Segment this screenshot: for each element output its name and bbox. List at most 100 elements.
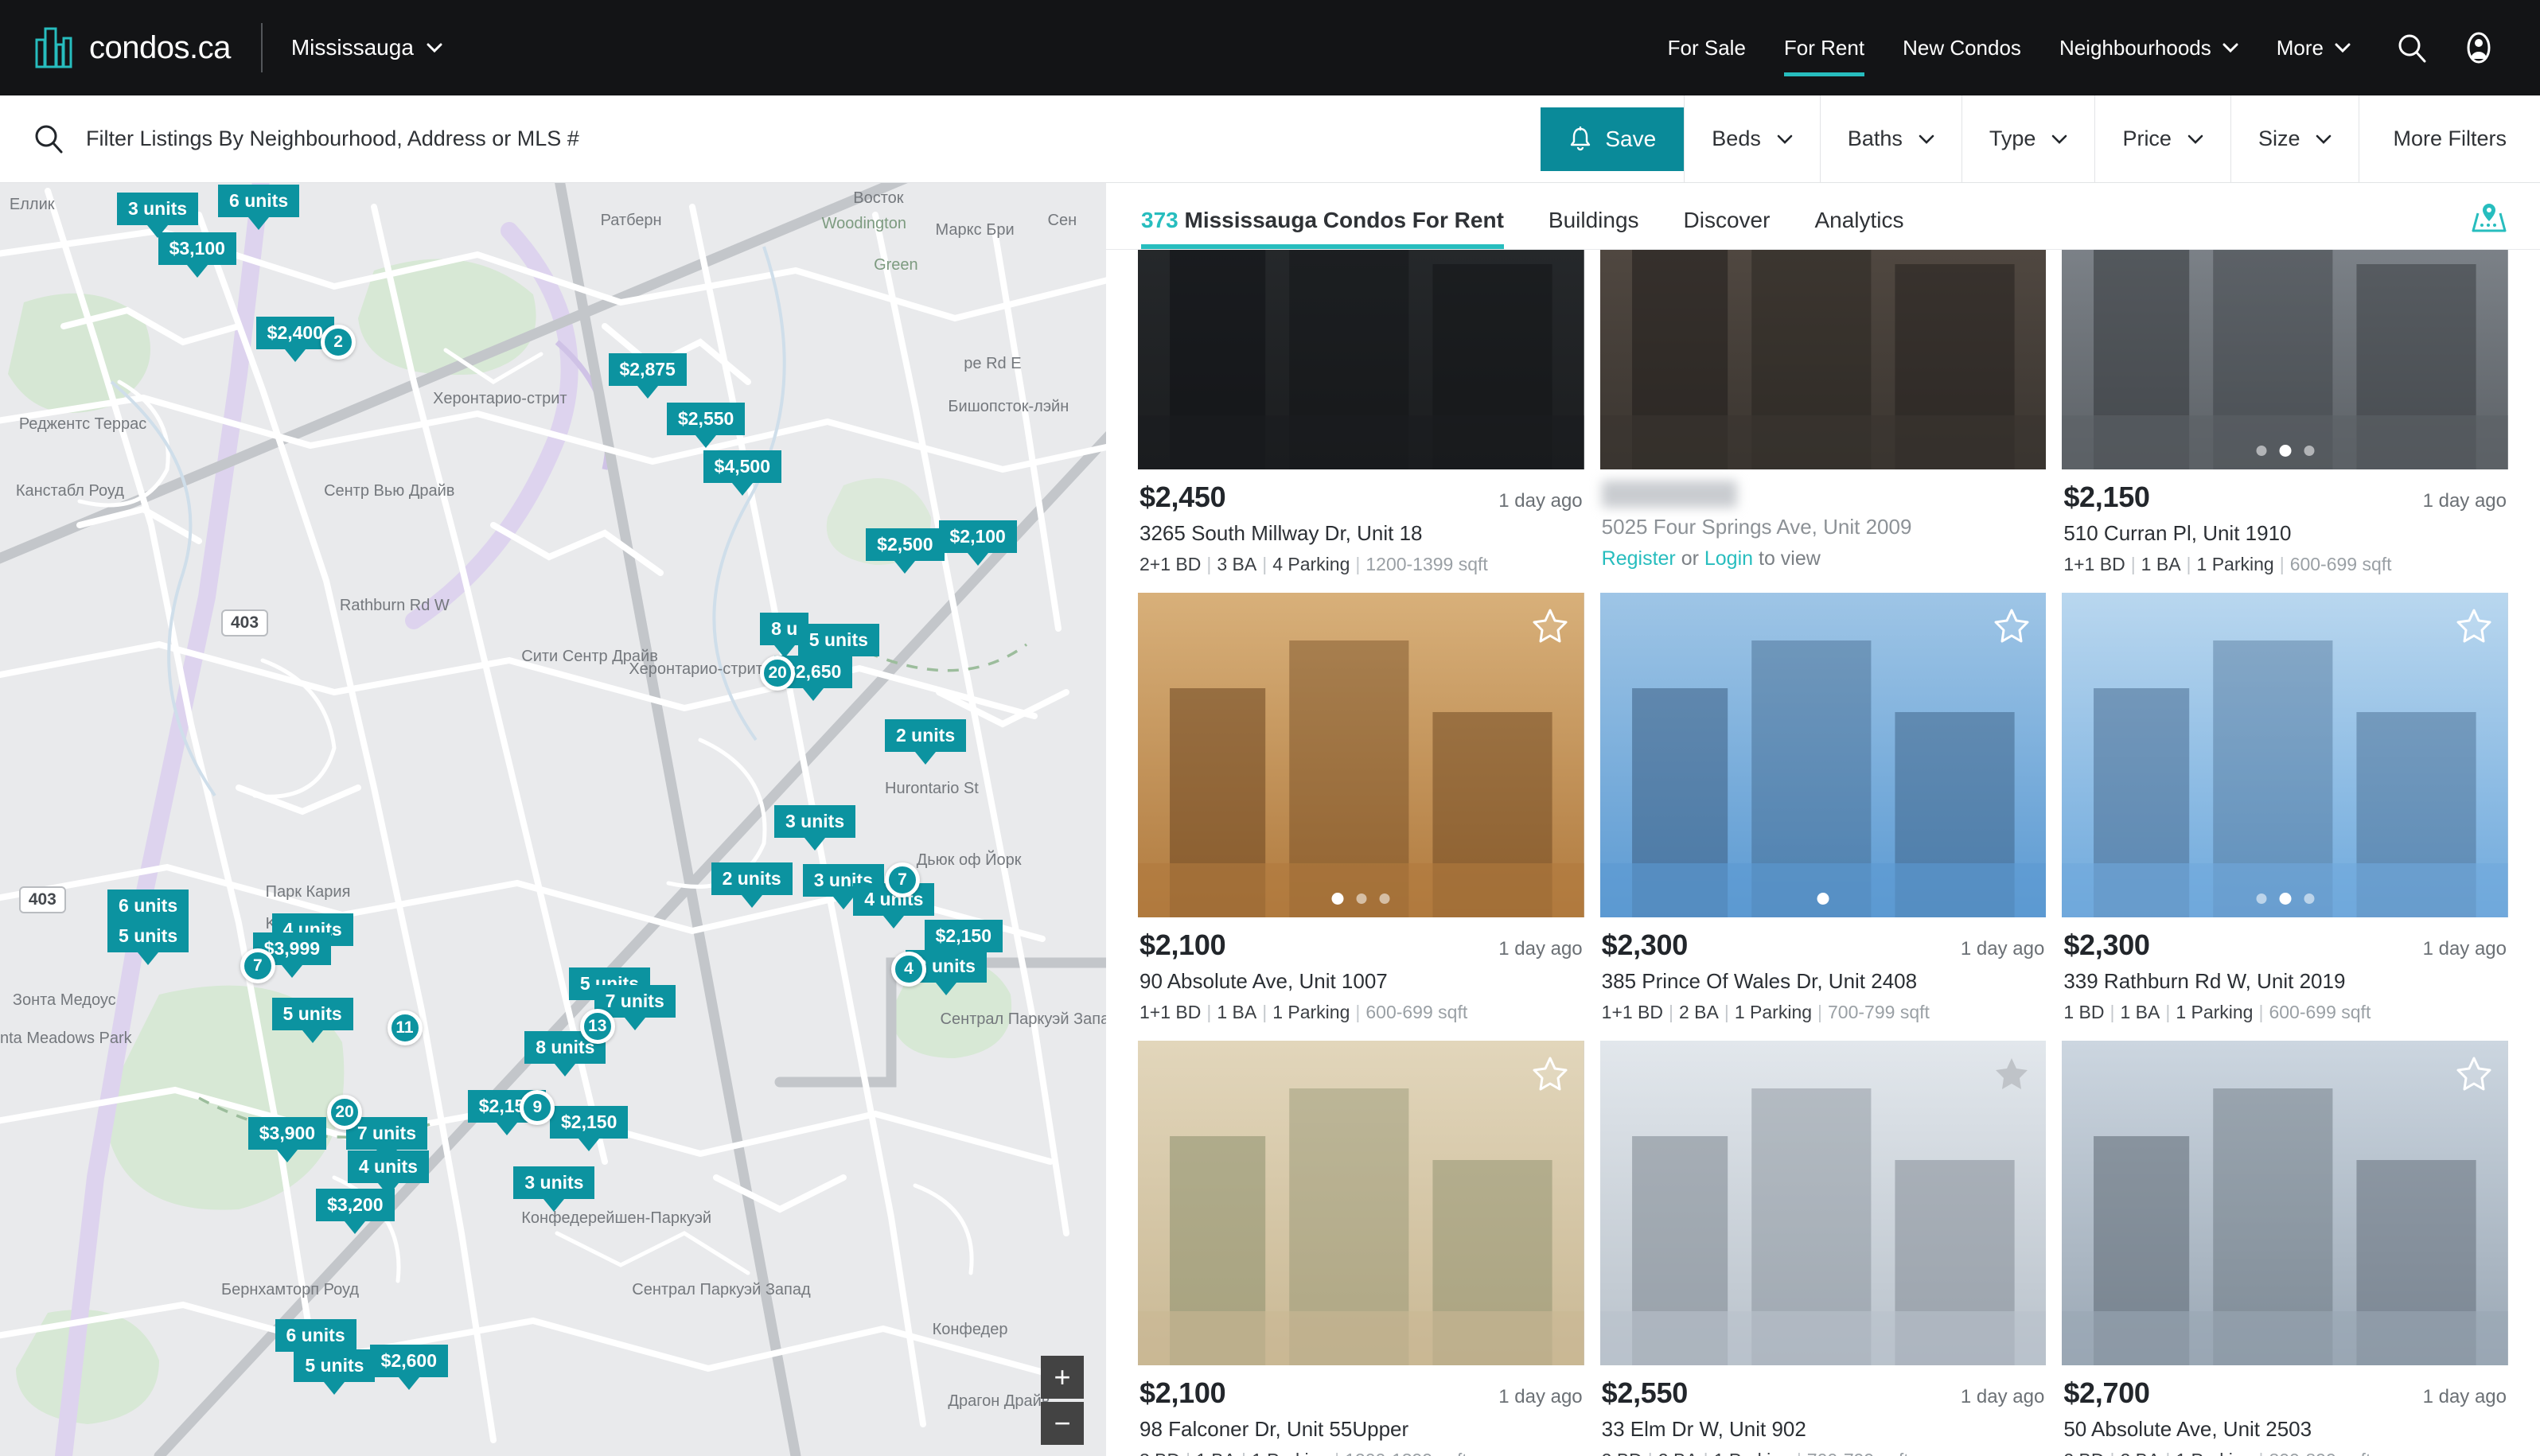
city-selector[interactable]: Mississauga bbox=[291, 35, 442, 60]
register-link[interactable]: Register bbox=[1602, 547, 1676, 570]
map-cluster-marker[interactable]: 4 bbox=[890, 952, 926, 987]
map-price-marker[interactable]: 6 units bbox=[107, 890, 189, 923]
map-price-marker[interactable]: $3,200 bbox=[316, 1189, 395, 1222]
save-search-button[interactable]: Save bbox=[1541, 107, 1685, 171]
listing-card[interactable]: $2,700 1 day ago 50 Absolute Ave, Unit 2… bbox=[2062, 1041, 2508, 1456]
map-cluster-marker[interactable]: 11 bbox=[387, 1010, 423, 1045]
favorite-button[interactable] bbox=[2456, 607, 2492, 644]
filter-more-filters[interactable]: More Filters bbox=[2359, 95, 2540, 182]
photo-carousel-dots[interactable] bbox=[1331, 893, 1390, 905]
listing-card[interactable]: $2,100 1 day ago 98 Falconer Dr, Unit 55… bbox=[1138, 1041, 1584, 1456]
listing-photo[interactable] bbox=[1138, 250, 1584, 469]
nav-for-sale[interactable]: For Sale bbox=[1649, 0, 1765, 95]
login-link[interactable]: Login bbox=[1704, 547, 1753, 570]
filter-beds[interactable]: Beds bbox=[1684, 95, 1820, 182]
listing-photo[interactable] bbox=[1599, 250, 2047, 469]
map-price-marker[interactable]: $2,150 bbox=[550, 1106, 629, 1139]
photo-carousel-dots[interactable] bbox=[1817, 893, 1829, 905]
map-cluster-marker[interactable]: 9 bbox=[520, 1090, 555, 1125]
brand-logo[interactable]: condos.ca bbox=[35, 27, 231, 68]
nav-for-rent[interactable]: For Rent bbox=[1765, 0, 1884, 95]
map-price-marker[interactable]: 2 units bbox=[885, 719, 967, 753]
map-price-marker[interactable]: 5 units bbox=[797, 624, 879, 657]
map-price-marker[interactable]: $2,550 bbox=[666, 403, 746, 436]
map-price-marker[interactable]: 3 units bbox=[774, 805, 856, 839]
carousel-dot[interactable] bbox=[2304, 893, 2315, 904]
map-price-marker[interactable]: 2 units bbox=[711, 862, 793, 896]
carousel-dot[interactable] bbox=[1356, 893, 1367, 904]
favorite-button[interactable] bbox=[1532, 1055, 1568, 1092]
search-button[interactable] bbox=[2387, 23, 2437, 72]
listing-card[interactable]: $2,300 1 day ago 339 Rathburn Rd W, Unit… bbox=[2062, 593, 2508, 1023]
map-view-toggle-button[interactable] bbox=[2470, 200, 2508, 249]
tab-analytics[interactable]: Analytics bbox=[1814, 208, 1903, 249]
tab-condos-for-rent[interactable]: 373 Mississauga Condos For Rent bbox=[1141, 208, 1504, 249]
map-price-marker[interactable]: 3 units bbox=[513, 1166, 595, 1200]
favorite-button[interactable] bbox=[1993, 607, 2030, 644]
tab-buildings[interactable]: Buildings bbox=[1549, 208, 1639, 249]
map-price-marker[interactable]: $2,150 bbox=[924, 920, 1003, 953]
account-button[interactable] bbox=[2454, 23, 2503, 72]
favorite-button[interactable] bbox=[2456, 1055, 2492, 1092]
map-price-marker[interactable]: 5 units bbox=[107, 920, 189, 953]
listing-photo[interactable] bbox=[2062, 593, 2508, 917]
carousel-dot[interactable] bbox=[1379, 893, 1390, 904]
photo-carousel-dots[interactable] bbox=[2256, 445, 2315, 457]
map-price-marker[interactable]: 4 units bbox=[347, 1150, 429, 1184]
map-price-marker[interactable]: $2,500 bbox=[866, 528, 945, 562]
map-cluster-marker[interactable]: 2 bbox=[321, 325, 356, 360]
favorite-button[interactable] bbox=[1532, 607, 1568, 644]
listing-specs: 1+1 BD | 1 BA | 1 Parking | 600-699 sqft bbox=[2063, 554, 2392, 574]
carousel-dot[interactable] bbox=[2279, 893, 2292, 905]
nav-neighbourhoods[interactable]: Neighbourhoods bbox=[2040, 0, 2258, 95]
carousel-dot[interactable] bbox=[2304, 446, 2315, 456]
carousel-dot[interactable] bbox=[2256, 893, 2267, 904]
listing-card[interactable]: $2,300 1 day ago 385 Prince Of Wales Dr,… bbox=[1599, 593, 2047, 1023]
map-cluster-marker[interactable]: 7 bbox=[885, 862, 920, 897]
nav-more[interactable]: More bbox=[2258, 0, 2370, 95]
listing-photo[interactable] bbox=[2062, 250, 2508, 469]
carousel-dot[interactable] bbox=[2279, 445, 2292, 457]
carousel-dot[interactable] bbox=[2256, 446, 2267, 456]
map-cluster-marker[interactable]: 20 bbox=[760, 656, 796, 691]
filter-price[interactable]: Price bbox=[2094, 95, 2230, 182]
photo-carousel-dots[interactable] bbox=[2256, 893, 2315, 905]
search-input[interactable] bbox=[86, 127, 1443, 151]
filter-baths[interactable]: Baths bbox=[1819, 95, 1961, 182]
carousel-dot[interactable] bbox=[1331, 893, 1344, 905]
map-price-marker[interactable]: $3,900 bbox=[247, 1117, 327, 1150]
listing-photo[interactable] bbox=[1138, 593, 1584, 917]
zoom-in-button[interactable]: + bbox=[1041, 1356, 1084, 1399]
listing-photo[interactable] bbox=[1599, 593, 2047, 917]
map-price-marker[interactable]: $4,500 bbox=[703, 450, 781, 484]
zoom-out-button[interactable]: − bbox=[1041, 1402, 1084, 1445]
map-price-marker[interactable]: 3 units bbox=[116, 193, 199, 226]
map-price-marker[interactable]: $2,100 bbox=[938, 520, 1017, 554]
listing-photo[interactable] bbox=[1138, 1041, 1584, 1365]
map-price-marker[interactable]: 6 units bbox=[275, 1319, 356, 1353]
map-price-marker[interactable]: 5 units bbox=[271, 998, 353, 1031]
map-panel[interactable]: Еллик Восток Woodington Green Ратберн Сен Марк… bbox=[0, 183, 1106, 1456]
map-price-marker[interactable]: $2,875 bbox=[608, 353, 687, 387]
filter-size[interactable]: Size bbox=[2230, 95, 2359, 182]
tab-discover[interactable]: Discover bbox=[1684, 208, 1771, 249]
listing-card[interactable]: $2,550 1 day ago 33 Elm Dr W, Unit 902 2… bbox=[1599, 1041, 2047, 1456]
map-cluster-marker[interactable]: 7 bbox=[240, 948, 275, 983]
map-price-marker[interactable]: $2,600 bbox=[369, 1345, 449, 1378]
listing-photo[interactable] bbox=[1599, 1041, 2047, 1365]
listing-card[interactable]: 5025 Four Springs Ave, Unit 2009 Registe… bbox=[1599, 250, 2047, 575]
listing-details: $2,450 1 day ago 3265 South Millway Dr, … bbox=[1138, 469, 1584, 575]
carousel-dot[interactable] bbox=[1817, 893, 1829, 905]
listing-card[interactable]: $2,100 1 day ago 90 Absolute Ave, Unit 1… bbox=[1138, 593, 1584, 1023]
map-price-marker[interactable]: 6 units bbox=[218, 185, 300, 218]
map-cluster-marker[interactable]: 13 bbox=[579, 1009, 615, 1044]
listing-card[interactable]: $2,450 1 day ago 3265 South Millway Dr, … bbox=[1138, 250, 1584, 575]
listing-card[interactable]: $2,150 1 day ago 510 Curran Pl, Unit 191… bbox=[2062, 250, 2508, 575]
map-price-marker[interactable]: 5 units bbox=[294, 1349, 376, 1383]
favorite-button[interactable] bbox=[1993, 1055, 2030, 1092]
filter-type[interactable]: Type bbox=[1961, 95, 2095, 182]
nav-new-condos[interactable]: New Condos bbox=[1884, 0, 2040, 95]
listing-photo[interactable] bbox=[2062, 1041, 2508, 1365]
map-cluster-marker[interactable]: 20 bbox=[327, 1095, 363, 1130]
map-price-marker[interactable]: $3,100 bbox=[158, 232, 236, 266]
